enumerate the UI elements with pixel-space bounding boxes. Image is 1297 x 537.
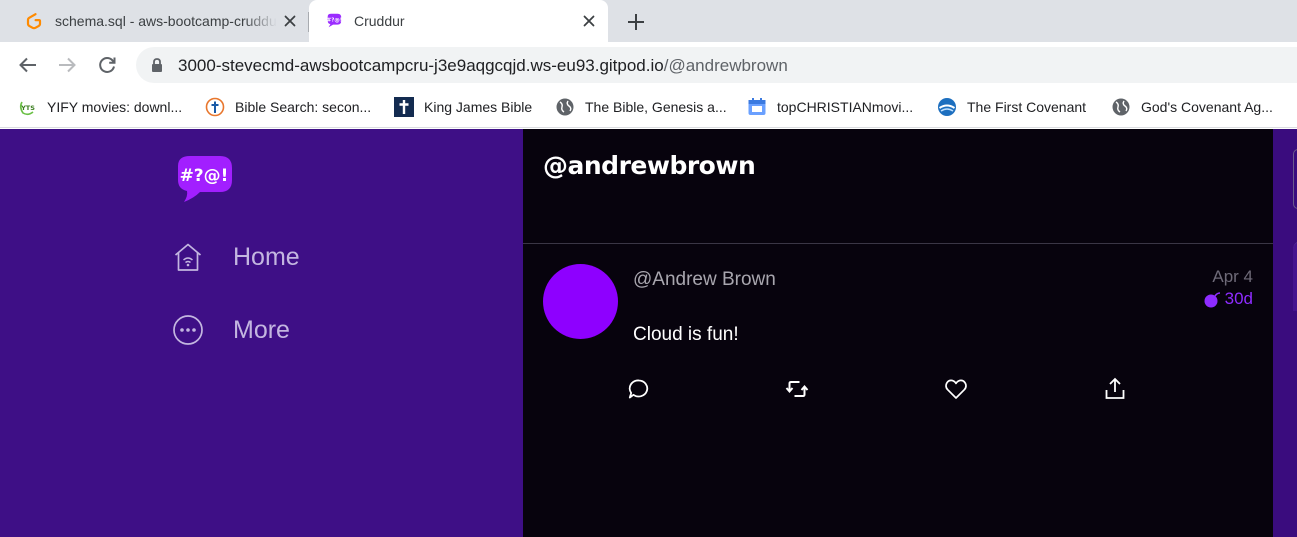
bookmark-label: The First Covenant (967, 99, 1087, 115)
browser-toolbar: 3000-stevecmd-awsbootcampcru-j3e9aqgcqjd… (0, 42, 1297, 88)
address-bar[interactable]: 3000-stevecmd-awsbootcampcru-j3e9aqgcqjd… (136, 47, 1297, 83)
post-expiry: 30d (1203, 289, 1253, 309)
logo-text: #?@! (180, 166, 229, 186)
share-icon[interactable] (1103, 377, 1127, 401)
tab-schema-sql[interactable]: schema.sql - aws-bootcamp-cruddur (0, 0, 308, 42)
more-icon (173, 315, 203, 345)
bookmark-label: YIFY movies: downl... (47, 99, 183, 115)
bookmark-first-covenant[interactable]: The First Covenant (937, 97, 1086, 117)
cruddur-logo[interactable]: #?@! (172, 154, 234, 204)
search-box-edge[interactable] (1293, 149, 1297, 209)
bookmark-yify[interactable]: YTS YIFY movies: downl... (18, 97, 182, 117)
bookmark-label: The Bible, Genesis a... (585, 99, 727, 115)
bookmark-topchristianmovies[interactable]: topCHRISTIANmovi... (747, 97, 913, 117)
sidebar: #?@! Home More (0, 129, 523, 537)
tab-cruddur[interactable]: #?@! Cruddur (309, 0, 608, 42)
repost-icon[interactable] (785, 377, 809, 401)
bookmark-label: God's Covenant Ag... (1141, 99, 1273, 115)
activity-item[interactable]: @Andrew Brown Apr 4 30d Cloud is fun! (523, 245, 1273, 425)
url-path: /@andrewbrown (663, 56, 788, 75)
bookmark-gods-covenant[interactable]: God's Covenant Ag... (1111, 97, 1273, 117)
nav-home-label: Home (233, 242, 300, 271)
bookmark-label: topCHRISTIANmovi... (777, 99, 914, 115)
forward-arrow-icon[interactable] (56, 54, 78, 76)
avatar[interactable] (543, 264, 618, 339)
svg-text:#?@!: #?@! (327, 17, 342, 23)
back-arrow-icon[interactable] (17, 54, 39, 76)
bookmark-bible-genesis[interactable]: The Bible, Genesis a... (555, 97, 727, 117)
cruddur-app: #?@! Home More @andrewbrown @Andrew Brow… (0, 129, 1297, 537)
lock-icon[interactable] (151, 58, 163, 72)
url-text: 3000-stevecmd-awsbootcampcru-j3e9aqgcqjd… (178, 56, 788, 76)
tab-title: Cruddur (354, 13, 405, 29)
nav-more[interactable]: More (172, 313, 290, 347)
yts-icon: YTS (19, 101, 35, 116)
cruddur-icon: #?@! (327, 13, 342, 28)
tab-strip: schema.sql - aws-bootcamp-cruddur #?@! C… (0, 0, 1297, 42)
suggested-panel-edge (1293, 241, 1297, 311)
calendar-icon (748, 98, 766, 115)
url-host: 3000-stevecmd-awsbootcampcru-j3e9aqgcqjd… (178, 56, 664, 75)
post-date: Apr 4 (1212, 267, 1253, 286)
bomb-icon (1204, 292, 1220, 308)
reload-icon[interactable] (96, 54, 118, 76)
post-message: Cloud is fun! (633, 324, 739, 345)
close-icon[interactable] (581, 13, 597, 29)
home-icon (174, 243, 202, 271)
globe-icon (1112, 98, 1130, 116)
bookmarks-bar: YTS YIFY movies: downl... Bible Search: … (0, 88, 1297, 128)
feed-title: @andrewbrown (543, 151, 756, 180)
feed: @andrewbrown @Andrew Brown Apr 4 30d Clo… (523, 129, 1273, 537)
close-icon[interactable] (282, 13, 298, 29)
covenant-icon (938, 98, 956, 116)
bible-search-icon (205, 97, 225, 117)
post-handle[interactable]: @Andrew Brown (633, 269, 776, 291)
bookmark-king-james-bible[interactable]: King James Bible (394, 97, 532, 117)
svg-text:YTS: YTS (20, 104, 35, 112)
bookmark-label: King James Bible (424, 99, 533, 115)
new-tab-plus-icon[interactable] (626, 12, 646, 32)
feed-header: @andrewbrown (523, 129, 1273, 244)
cross-icon (394, 97, 414, 117)
nav-home[interactable]: Home (172, 240, 300, 274)
gitpod-icon (26, 13, 42, 30)
bookmark-label: Bible Search: secon... (235, 99, 372, 115)
heart-icon[interactable] (944, 377, 968, 401)
reply-icon[interactable] (627, 377, 651, 401)
tab-title: schema.sql - aws-bootcamp-cruddur (55, 13, 277, 29)
bookmark-bible-search[interactable]: Bible Search: secon... (205, 97, 371, 117)
globe-icon (556, 98, 574, 116)
expiry-text: 30d (1224, 289, 1253, 308)
nav-more-label: More (233, 315, 290, 344)
